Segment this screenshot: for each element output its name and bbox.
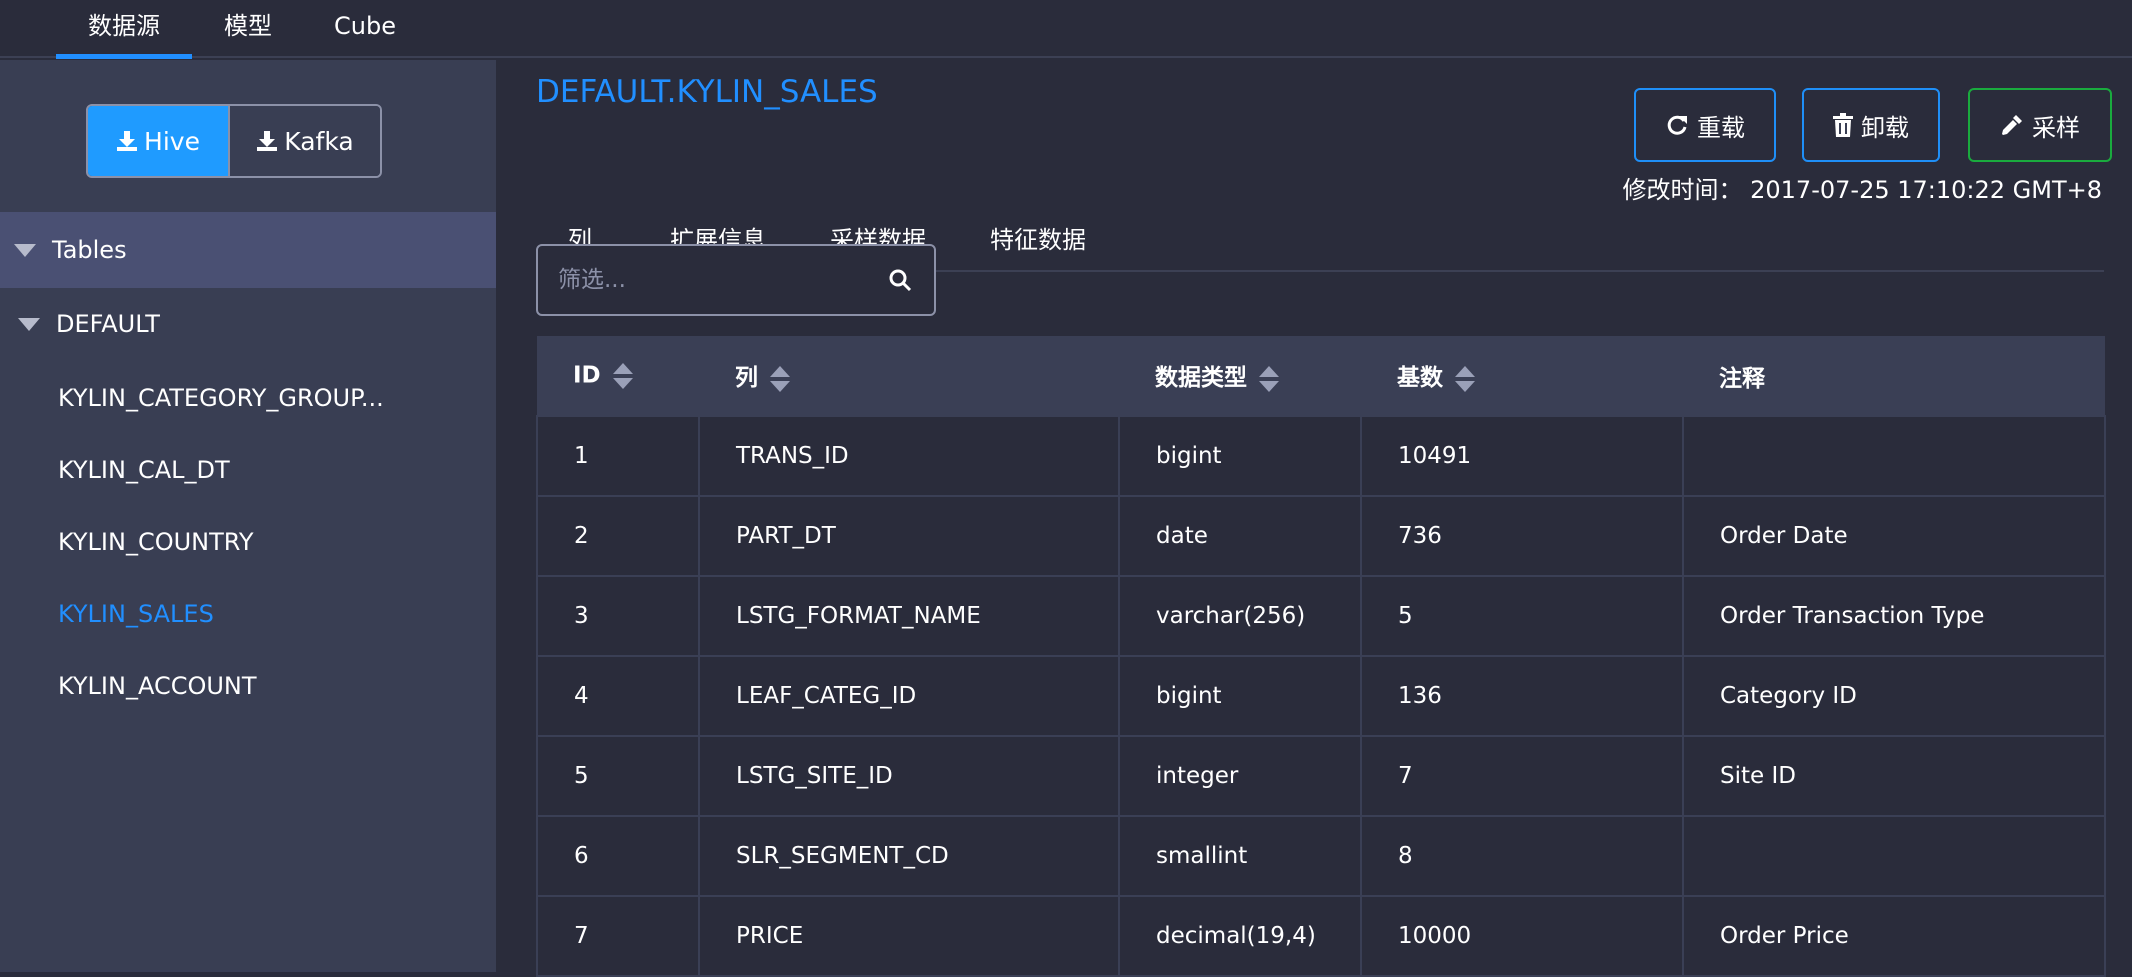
columns-table: ID 列 数据类型 基数 注释 1 TRANS_ID bigint 10491 … [536, 336, 2106, 977]
sort-icon[interactable] [612, 362, 633, 390]
cell-cardinality: 10000 [1360, 895, 1684, 977]
cell-datatype: integer [1118, 735, 1362, 817]
table-row: 3 LSTG_FORMAT_NAME varchar(256) 5 Order … [536, 575, 2106, 657]
cell-cardinality: 136 [1360, 655, 1684, 737]
cell-column: LEAF_CATEG_ID [698, 655, 1120, 737]
eyedropper-icon [2002, 115, 2022, 135]
table-row: 1 TRANS_ID bigint 10491 [536, 415, 2106, 497]
cell-column: PRICE [698, 895, 1120, 977]
kafka-label: Kafka [284, 126, 354, 156]
cell-id: 2 [536, 495, 700, 577]
unload-button[interactable]: 卸载 [1802, 88, 1940, 162]
table-item-kylin-country[interactable]: KYLIN_COUNTRY [58, 522, 254, 562]
tab-datasource[interactable]: 数据源 [56, 0, 192, 59]
sort-icon[interactable] [770, 365, 790, 393]
table-row: 4 LEAF_CATEG_ID bigint 136 Category ID [536, 655, 2106, 737]
cell-datatype: smallint [1118, 815, 1362, 897]
table-row: 5 LSTG_SITE_ID integer 7 Site ID [536, 735, 2106, 817]
tables-label: Tables [52, 236, 127, 264]
cell-comment: Order Date [1682, 495, 2106, 577]
caret-down-icon [14, 243, 36, 257]
cell-id: 3 [536, 575, 700, 657]
cell-id: 4 [536, 655, 700, 737]
sidebar: Hive Kafka Tables DEFAULT KYLIN_CATEGORY… [0, 60, 496, 972]
column-header-comment: 注释 [1683, 336, 2105, 416]
cell-comment [1682, 815, 2106, 897]
filter-input[interactable] [538, 246, 878, 314]
cell-id: 6 [536, 815, 700, 897]
header-label: 列 [735, 365, 758, 392]
cell-id: 1 [536, 415, 700, 497]
top-nav: 数据源 模型 Cube [0, 0, 2132, 59]
hive-label: Hive [144, 126, 200, 156]
cell-comment [1682, 415, 2106, 497]
sample-button[interactable]: 采样 [1968, 88, 2112, 162]
cell-datatype: date [1118, 495, 1362, 577]
table-header-row: ID 列 数据类型 基数 注释 [537, 336, 2105, 416]
cell-column: PART_DT [698, 495, 1120, 577]
sample-label: 采样 [2032, 114, 2080, 142]
table-row: 7 PRICE decimal(19,4) 10000 Order Price [536, 895, 2106, 977]
cell-column: LSTG_SITE_ID [698, 735, 1120, 817]
unload-label: 卸载 [1861, 114, 1909, 142]
sort-icon[interactable] [1455, 365, 1475, 393]
column-header-datatype[interactable]: 数据类型 [1119, 336, 1361, 416]
column-header-cardinality[interactable]: 基数 [1361, 336, 1683, 416]
cell-datatype: bigint [1118, 655, 1362, 737]
cell-cardinality: 10491 [1360, 415, 1684, 497]
table-row: 6 SLR_SEGMENT_CD smallint 8 [536, 815, 2106, 897]
refresh-icon [1667, 115, 1687, 135]
hive-load-button[interactable]: Hive [88, 106, 228, 176]
tables-tree-header[interactable]: Tables [0, 212, 496, 288]
column-header-id[interactable]: ID [537, 336, 699, 416]
cell-id: 5 [536, 735, 700, 817]
cell-cardinality: 7 [1360, 735, 1684, 817]
tab-model[interactable]: 模型 [206, 0, 290, 58]
table-row: 2 PART_DT date 736 Order Date [536, 495, 2106, 577]
cell-column: TRANS_ID [698, 415, 1120, 497]
tab-cube[interactable]: Cube [320, 0, 410, 58]
cell-comment: Site ID [1682, 735, 2106, 817]
database-label: DEFAULT [56, 310, 160, 338]
trash-icon [1833, 113, 1853, 137]
cell-column: LSTG_FORMAT_NAME [698, 575, 1120, 657]
tab-feature-data[interactable]: 特征数据 [968, 218, 1108, 272]
cell-datatype: varchar(256) [1118, 575, 1362, 657]
cell-id: 7 [536, 895, 700, 977]
cell-comment: Order Transaction Type [1682, 575, 2106, 657]
main-panel: DEFAULT.KYLIN_SALES 重载 卸载 采样 修改时间： 2017-… [496, 60, 2132, 977]
table-item-kylin-sales[interactable]: KYLIN_SALES [58, 594, 214, 634]
table-item-kylin-category-group[interactable]: KYLIN_CATEGORY_GROUP... [58, 378, 384, 418]
cell-cardinality: 8 [1360, 815, 1684, 897]
table-title: DEFAULT.KYLIN_SALES [536, 74, 878, 110]
reload-button[interactable]: 重载 [1634, 88, 1776, 162]
kafka-load-button[interactable]: Kafka [228, 106, 380, 176]
header-label: 注释 [1719, 365, 1765, 392]
cell-datatype: decimal(19,4) [1118, 895, 1362, 977]
header-label: ID [573, 362, 601, 388]
download-icon [257, 131, 278, 151]
caret-down-icon [18, 317, 40, 331]
database-node-default[interactable]: DEFAULT [0, 288, 496, 360]
column-header-column[interactable]: 列 [699, 336, 1119, 416]
table-item-kylin-account[interactable]: KYLIN_ACCOUNT [58, 666, 257, 706]
header-label: 数据类型 [1155, 365, 1247, 392]
filter-box [536, 244, 936, 316]
sort-icon[interactable] [1259, 365, 1279, 393]
cell-comment: Order Price [1682, 895, 2106, 977]
cell-datatype: bigint [1118, 415, 1362, 497]
cell-cardinality: 736 [1360, 495, 1684, 577]
source-button-group: Hive Kafka [86, 104, 382, 178]
table-item-kylin-cal-dt[interactable]: KYLIN_CAL_DT [58, 450, 230, 490]
cell-column: SLR_SEGMENT_CD [698, 815, 1120, 897]
cell-cardinality: 5 [1360, 575, 1684, 657]
reload-label: 重载 [1697, 114, 1745, 142]
cell-comment: Category ID [1682, 655, 2106, 737]
search-icon[interactable] [888, 268, 912, 292]
header-label: 基数 [1397, 365, 1443, 392]
download-icon [117, 131, 138, 151]
